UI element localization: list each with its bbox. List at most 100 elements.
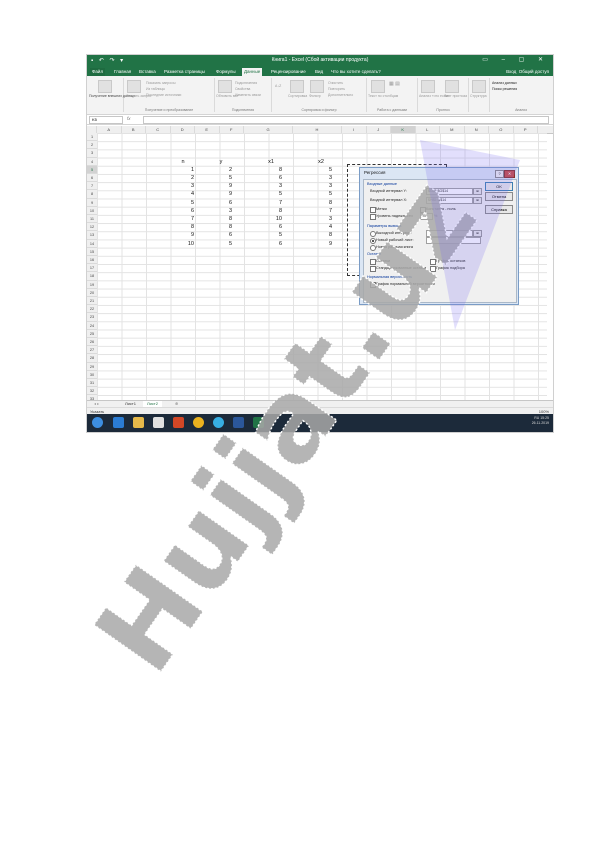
table-header-cell[interactable]: y — [210, 158, 232, 166]
data-analysis-button[interactable]: Анализ данных — [492, 81, 517, 85]
tab-page-layout[interactable]: Разметка страницы — [162, 68, 207, 76]
table-cell[interactable]: 8 — [172, 223, 194, 231]
help-button[interactable]: Справка — [485, 205, 513, 214]
table-cell[interactable]: 8 — [260, 166, 282, 174]
table-cell[interactable]: 5 — [210, 174, 232, 182]
table-cell[interactable]: 8 — [310, 231, 332, 239]
row-header[interactable]: 12 — [87, 223, 97, 232]
word-icon[interactable] — [233, 417, 244, 428]
table-cell[interactable]: 3 — [172, 182, 194, 190]
row-header[interactable]: 10 — [87, 207, 97, 215]
ie-icon[interactable] — [113, 417, 124, 428]
clear-label[interactable]: Очистить — [328, 81, 343, 85]
table-cell[interactable]: 9 — [172, 231, 194, 239]
table-cell[interactable]: 8 — [310, 199, 332, 207]
connections-label[interactable]: Подключения — [235, 81, 257, 85]
column-header-b[interactable]: B — [122, 126, 146, 133]
table-header-cell[interactable]: n — [172, 158, 194, 166]
edit-links-label[interactable]: Изменить связи — [235, 93, 261, 97]
cancel-button[interactable]: Отмена — [485, 192, 513, 201]
row-header[interactable]: 26 — [87, 338, 97, 347]
recent-sources-label[interactable]: Последние источники — [146, 93, 181, 97]
column-header-m[interactable]: M — [440, 126, 465, 133]
text-to-columns-label[interactable]: Текст по столбцам — [368, 94, 398, 98]
row-header[interactable]: 9 — [87, 199, 97, 207]
column-header-p[interactable]: P — [514, 126, 538, 133]
account-area[interactable]: Вход Общий доступ — [506, 68, 549, 76]
row-header[interactable]: 4 — [87, 158, 97, 166]
query-icon[interactable] — [127, 80, 141, 93]
row-header[interactable]: 18 — [87, 272, 97, 281]
column-header-e[interactable]: E — [195, 126, 220, 133]
tab-formulas[interactable]: Формулы — [214, 68, 238, 76]
window-controls[interactable]: ▭ – ▢ ✕ — [482, 56, 549, 63]
row-header[interactable]: 27 — [87, 346, 97, 355]
outline-label[interactable]: Структура — [470, 94, 487, 98]
filter-label[interactable]: Фильтр — [309, 94, 321, 98]
show-queries-label[interactable]: Показать запросы — [146, 81, 175, 85]
table-cell[interactable]: 4 — [172, 190, 194, 198]
output-range-field[interactable] — [426, 230, 473, 237]
column-header-d[interactable]: D — [171, 126, 195, 133]
tab-review[interactable]: Рецензирование — [269, 68, 308, 76]
sort-az-icon[interactable]: A↓Z — [275, 84, 281, 88]
row-header[interactable]: 6 — [87, 174, 97, 183]
column-header-i[interactable]: I — [342, 126, 367, 133]
sort-label[interactable]: Сортировка — [288, 94, 307, 98]
table-cell[interactable]: 6 — [210, 199, 232, 207]
collapse-ref-icon[interactable]: ⊞ — [473, 197, 482, 204]
name-box[interactable]: K5 — [89, 116, 123, 124]
row-header[interactable]: 19 — [87, 281, 97, 289]
media-icon[interactable] — [153, 417, 164, 428]
solver-button[interactable]: Поиск решения — [492, 87, 517, 91]
table-cell[interactable]: 3 — [310, 174, 332, 182]
row-header[interactable]: 17 — [87, 264, 97, 273]
select-all-corner[interactable] — [87, 126, 97, 133]
row-header[interactable]: 11 — [87, 215, 97, 224]
table-cell[interactable]: 2 — [210, 166, 232, 174]
table-cell[interactable]: 9 — [310, 240, 332, 248]
outline-icon[interactable] — [472, 80, 486, 93]
column-header-l[interactable]: L — [416, 126, 440, 133]
row-header[interactable]: 31 — [87, 379, 97, 388]
language-indicator[interactable]: RU — [534, 416, 539, 420]
row-header[interactable]: 32 — [87, 387, 97, 396]
collapse-ref-icon[interactable]: ⊞ — [473, 230, 482, 237]
row-header[interactable]: 25 — [87, 330, 97, 338]
table-cell[interactable]: 4 — [310, 223, 332, 231]
column-header-j[interactable]: J — [367, 126, 391, 133]
row-header[interactable]: 7 — [87, 182, 97, 191]
tab-home[interactable]: Главная — [112, 68, 133, 76]
help-icon[interactable]: ? — [495, 170, 504, 178]
table-cell[interactable]: 10 — [172, 240, 194, 248]
input-x-field[interactable]: $H$5:$I$14 — [426, 197, 473, 204]
row-header[interactable]: 16 — [87, 256, 97, 265]
table-cell[interactable]: 3 — [310, 215, 332, 223]
tell-me-search[interactable]: Что вы хотите сделать? — [329, 68, 383, 76]
table-cell[interactable]: 8 — [210, 215, 232, 223]
properties-label[interactable]: Свойства — [235, 87, 250, 91]
table-cell[interactable]: 6 — [260, 223, 282, 231]
confidence-field[interactable]: 95 — [420, 213, 433, 220]
row-header[interactable]: 24 — [87, 322, 97, 330]
column-header-c[interactable]: C — [146, 126, 171, 133]
table-cell[interactable]: 3 — [260, 182, 282, 190]
forecast-sheet-label[interactable]: Лист прогноза — [444, 94, 467, 98]
table-cell[interactable]: 5 — [310, 190, 332, 198]
system-tray[interactable]: RU 15:25 26.11.2019 — [532, 416, 549, 426]
collapse-ref-icon[interactable]: ⊞ — [473, 188, 482, 195]
refresh-icon[interactable] — [218, 80, 232, 93]
table-cell[interactable]: 7 — [310, 207, 332, 215]
telegram-icon[interactable] — [213, 417, 224, 428]
table-header-cell[interactable]: x2 — [310, 158, 332, 166]
text-columns-icon[interactable] — [371, 80, 385, 93]
column-header-n[interactable]: N — [465, 126, 489, 133]
row-header[interactable]: 22 — [87, 305, 97, 314]
table-cell[interactable]: 8 — [210, 223, 232, 231]
explorer-icon[interactable] — [133, 417, 144, 428]
row-header[interactable]: 8 — [87, 190, 97, 199]
what-if-icon[interactable] — [421, 80, 435, 93]
row-header[interactable]: 30 — [87, 371, 97, 379]
formula-input[interactable] — [143, 116, 549, 124]
column-header-o[interactable]: O — [489, 126, 514, 133]
